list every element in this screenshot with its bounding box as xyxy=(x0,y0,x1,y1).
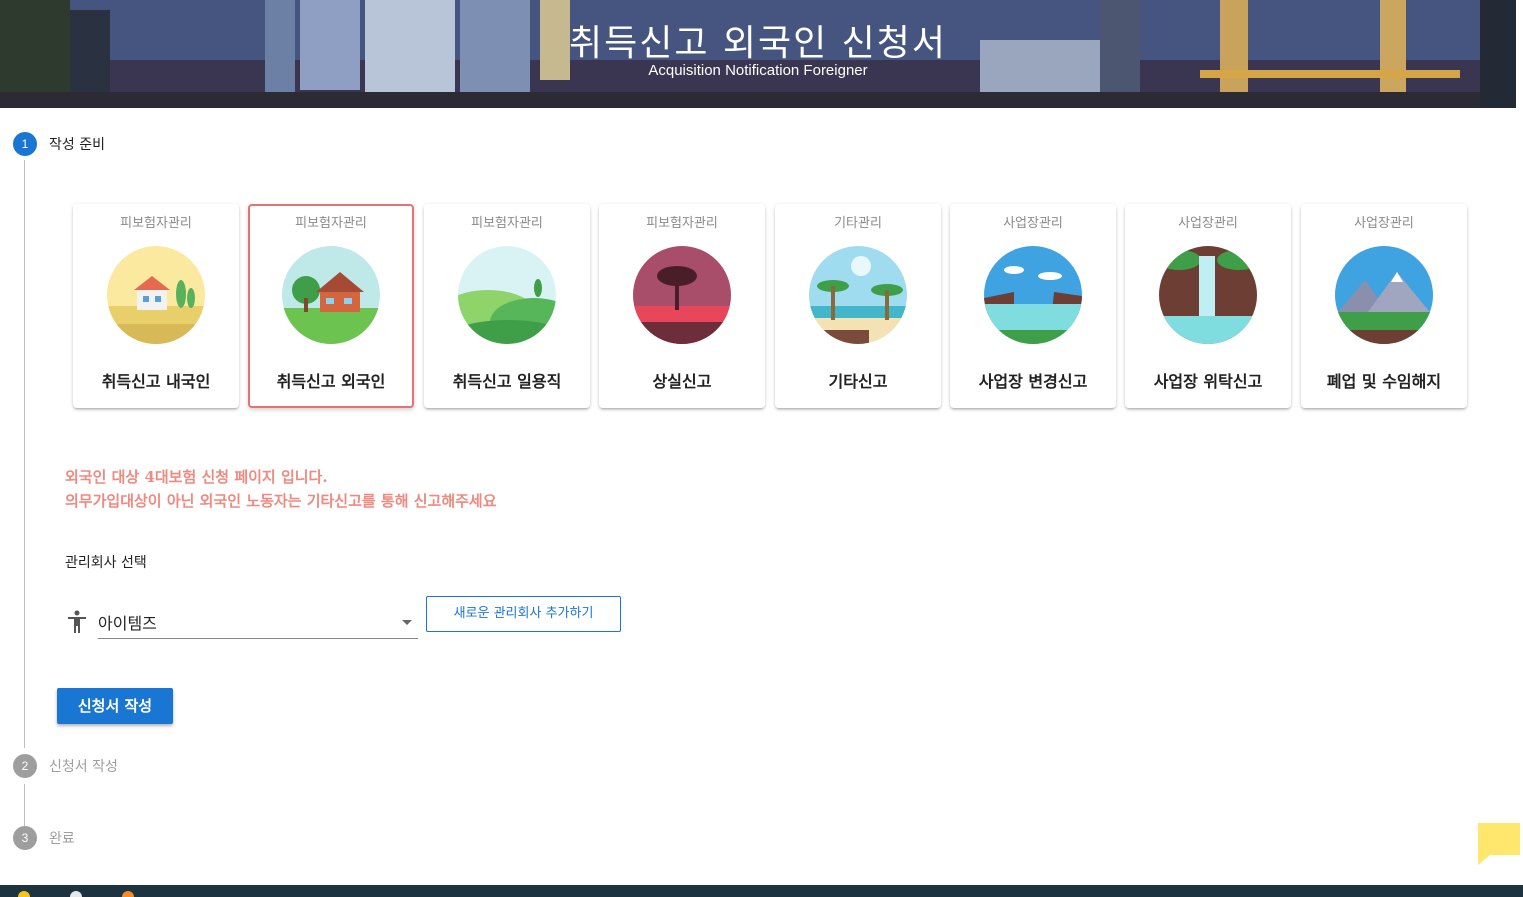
person-icon xyxy=(68,610,86,633)
header-banner: 취득신고 외국인 신청서 Acquisition Notification Fo… xyxy=(0,0,1516,108)
step-connector-2 xyxy=(24,784,25,826)
company-section-label: 관리회사 선택 xyxy=(65,555,147,571)
card-acquisition-domestic[interactable]: 피보험자관리 취득신고 내국인 xyxy=(73,204,239,408)
app-icon[interactable] xyxy=(70,891,82,897)
page-title: 취득신고 외국인 신청서 xyxy=(568,23,948,64)
page-subtitle: Acquisition Notification Foreigner xyxy=(648,62,868,79)
house-tree-icon xyxy=(282,246,380,344)
chat-icon[interactable] xyxy=(1478,823,1520,865)
write-application-button[interactable]: 신청서 작성 xyxy=(57,688,173,724)
card-label: 기타신고 xyxy=(828,372,888,391)
step-2-indicator: 2 xyxy=(13,754,37,778)
card-category: 피보험자관리 xyxy=(120,216,192,231)
mountain-icon xyxy=(1335,246,1433,344)
card-workplace-change[interactable]: 사업장관리 사업장 변경신고 xyxy=(950,204,1116,408)
step-3-indicator: 3 xyxy=(13,826,37,850)
card-label: 취득신고 일용직 xyxy=(452,372,562,391)
card-loss-report[interactable]: 피보험자관리 상실신고 xyxy=(599,204,765,408)
card-workplace-delegation[interactable]: 사업장관리 사업장 위탁신고 xyxy=(1125,204,1291,408)
palm-beach-icon xyxy=(809,246,907,344)
waterfall-icon xyxy=(1159,246,1257,344)
card-category: 사업장관리 xyxy=(1354,216,1414,231)
card-category: 사업장관리 xyxy=(1003,216,1063,231)
add-company-button[interactable]: 새로운 관리회사 추가하기 xyxy=(426,596,621,632)
card-label: 사업장 변경신고 xyxy=(978,372,1088,391)
card-label: 사업장 위탁신고 xyxy=(1153,372,1263,391)
browser-icon[interactable] xyxy=(122,891,134,897)
card-category: 기타관리 xyxy=(834,216,882,231)
lake-cliff-icon xyxy=(984,246,1082,344)
house-field-icon xyxy=(107,246,205,344)
step-1-label: 작성 준비 xyxy=(49,137,105,153)
card-acquisition-daily[interactable]: 피보험자관리 취득신고 일용직 xyxy=(424,204,590,408)
chevron-down-icon[interactable] xyxy=(402,620,412,625)
company-select-value: 아이템즈 xyxy=(98,614,157,633)
card-label: 취득신고 내국인 xyxy=(101,372,211,391)
card-category: 피보험자관리 xyxy=(471,216,543,231)
os-taskbar xyxy=(0,885,1523,897)
card-category: 사업장관리 xyxy=(1178,216,1238,231)
notice-line-2: 의무가입대상이 아닌 외국인 노동자는 기타신고를 통해 신고해주세요 xyxy=(65,492,497,510)
card-label: 폐업 및 수임해지 xyxy=(1326,372,1442,391)
folder-icon[interactable] xyxy=(18,891,30,897)
card-label: 취득신고 외국인 xyxy=(276,372,386,391)
card-category: 피보험자관리 xyxy=(646,216,718,231)
card-category: 피보험자관리 xyxy=(295,216,367,231)
card-other-report[interactable]: 기타관리 기타신고 xyxy=(775,204,941,408)
company-select[interactable]: 아이템즈 xyxy=(98,604,418,639)
card-acquisition-foreigner[interactable]: 피보험자관리 취득신고 외국인 xyxy=(248,204,414,408)
sunset-tree-icon xyxy=(633,246,731,344)
step-1-indicator: 1 xyxy=(13,132,37,156)
card-label: 상실신고 xyxy=(652,372,712,391)
green-hills-icon xyxy=(458,246,556,344)
card-closure-termination[interactable]: 사업장관리 폐업 및 수임해지 xyxy=(1301,204,1467,408)
step-3-label: 완료 xyxy=(49,831,75,847)
step-2-label: 신청서 작성 xyxy=(49,759,118,775)
notice-line-1: 외국인 대상 4대보험 신청 페이지 입니다. xyxy=(65,468,328,486)
step-connector-1 xyxy=(24,160,25,748)
